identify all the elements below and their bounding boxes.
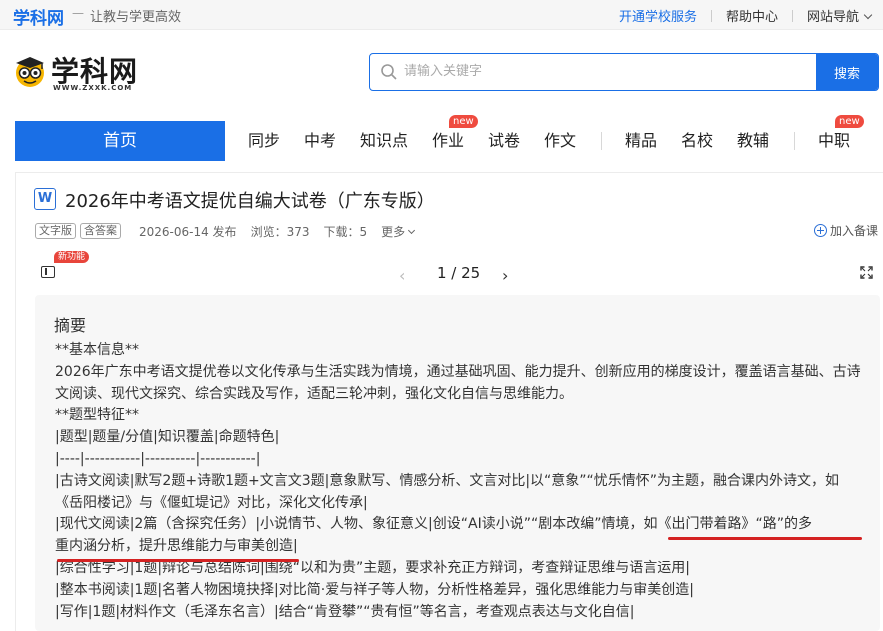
nav-item-knowledge[interactable]: 知识点 <box>360 121 408 161</box>
nav-item-materials[interactable]: 教辅 <box>737 121 769 161</box>
word-doc-icon: W <box>34 188 56 210</box>
next-page-button[interactable]: › <box>502 266 508 285</box>
nav-home[interactable]: 首页 <box>15 121 225 161</box>
main-nav: 首页 同步 中考 知识点 作业 new 试卷 作文 精品 名校 教辅 中职 ne… <box>15 115 879 161</box>
abstract-line: 文阅读、现代文探究、综合实践及写作，适配三轮冲刺，强化文化自信与思维能力。 <box>55 385 573 402</box>
document-title: 2026年中考语文提优自编大试卷（广东专版） <box>65 191 435 212</box>
topbar-links: 开通学校服务 帮助中心 网站导航 <box>605 6 873 25</box>
nav-item-zhongkao[interactable]: 中考 <box>304 121 336 161</box>
fullscreen-icon[interactable] <box>860 266 873 279</box>
topbar-separator: — <box>72 6 84 20</box>
school-service-link[interactable]: 开通学校服务 <box>619 6 697 25</box>
abstract-title: 摘要 <box>54 316 87 335</box>
abstract-line: **题型特征** <box>55 407 139 424</box>
sidebar-toggle-icon[interactable] <box>41 266 55 278</box>
nav-item-homework-label: 作业 <box>432 131 465 150</box>
topbar-divider <box>710 9 712 22</box>
abstract-line: |现代文阅读|2篇（含探究任务）|小说情节、人物、象征意义|创设“AI读小说”“… <box>55 516 812 533</box>
more-label: 更多 <box>381 224 406 239</box>
abstract-line: |整本书阅读|1题|名著人物困境抉择|对比简·爱与祥子等人物，分析性格差异，强化… <box>55 581 694 598</box>
abstract-line: |古诗文阅读|默写2题+诗歌1题+文言文3题|意象默写、情感分析、文言对比|以“… <box>55 472 840 489</box>
nav-item-schools[interactable]: 名校 <box>681 121 713 161</box>
abstract-line: **基本信息** <box>55 342 139 358</box>
abstract-line: |题型|题量/分值|知识覆盖|命题特色| <box>55 429 280 446</box>
highlight-underline <box>57 559 299 562</box>
top-bar: 学科网 — 让教与学更高效 开通学校服务 帮助中心 网站导航 <box>0 0 883 30</box>
site-nav-label: 网站导航 <box>806 10 859 25</box>
nav-item-homework[interactable]: 作业 new <box>432 115 478 161</box>
search-icon <box>381 64 397 80</box>
nav-item-sync[interactable]: 同步 <box>248 121 280 161</box>
download-count: 下载：5 <box>323 224 368 239</box>
abstract-body: **基本信息** 2026年广东中考语文提优卷以文化传承与生活实践为情境，通过基… <box>55 340 870 623</box>
plus-circle-icon <box>813 224 827 237</box>
topbar-brand[interactable]: 学科网 <box>13 4 64 29</box>
search-input[interactable] <box>404 54 804 89</box>
more-dropdown[interactable]: 更多 <box>381 223 416 240</box>
site-nav-link[interactable]: 网站导航 <box>806 6 873 25</box>
help-center-link[interactable]: 帮助中心 <box>726 6 778 25</box>
nav-item-vocational-label: 中职 <box>818 131 851 150</box>
highlight-underline <box>668 537 862 540</box>
tag-text-version: 文字版 <box>35 223 76 239</box>
nav-divider <box>601 132 602 150</box>
nav-item-exam[interactable]: 试卷 <box>488 121 520 161</box>
view-count: 浏览：373 <box>250 224 310 239</box>
abstract-line: |----|-----------|----------|-----------… <box>55 450 261 467</box>
abstract-line: |写作|1题|材料作文（毛泽东名言）|结合“肯登攀”“贵有恒”等名言，考查观点表… <box>55 603 635 620</box>
publish-date: 2026-06-14 发布 <box>139 224 237 239</box>
chevron-down-icon <box>863 10 873 20</box>
nav-item-essay[interactable]: 作文 <box>544 121 576 161</box>
add-to-prep-label: 加入备课 <box>829 224 878 238</box>
logo-url: WWW.ZXXK.COM <box>53 84 133 92</box>
new-badge: new <box>449 115 478 128</box>
abstract-line: 2026年广东中考语文提优卷以文化传承与生活实践为情境，通过基础巩固、能力提升、… <box>55 363 861 380</box>
topbar-divider <box>791 9 793 22</box>
nav-item-vocational[interactable]: 中职 new <box>818 115 864 161</box>
page-indicator: 1 / 25 <box>437 264 481 282</box>
nav-divider <box>794 132 795 150</box>
nav-item-premium[interactable]: 精品 <box>625 121 657 161</box>
owl-mascot-icon <box>16 57 44 87</box>
topbar-slogan: 让教与学更高效 <box>90 10 182 25</box>
document-meta: 文字版 含答案 2026-06-14 发布 浏览：373 下载：5 更多 <box>35 222 416 240</box>
search-bar: 搜索 <box>369 53 879 91</box>
abstract-line: 《岳阳楼记》与《偃虹堤记》对比，深化文化传承| <box>55 494 368 511</box>
tag-with-answers: 含答案 <box>80 223 121 239</box>
prev-page-button[interactable]: ‹ <box>399 266 405 285</box>
search-button[interactable]: 搜索 <box>816 54 878 90</box>
new-badge: new <box>835 115 864 128</box>
chevron-down-icon <box>408 226 416 234</box>
new-feature-badge: 新功能 <box>54 251 90 263</box>
add-to-prep-button[interactable]: 加入备课 <box>813 222 878 239</box>
